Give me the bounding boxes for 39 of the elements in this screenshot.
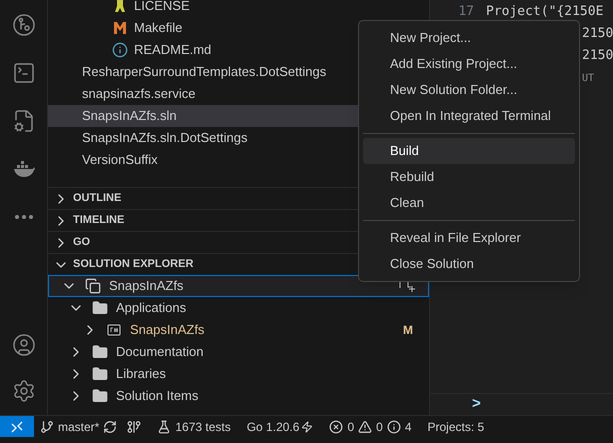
item-label: Documentation	[116, 343, 204, 362]
file-name: SnapsInAZfs.sln	[82, 107, 177, 126]
modified-letter: M	[403, 322, 413, 339]
section-title: SOLUTION EXPLORER	[73, 257, 194, 272]
section-title: TIMELINE	[73, 213, 124, 228]
code-fragment: 2150	[582, 47, 613, 66]
menu-item[interactable]: Add Existing Project...	[363, 51, 575, 77]
file-name: README.md	[134, 41, 212, 60]
file-name: LICENSE	[134, 0, 190, 16]
code-fragment: UT	[582, 72, 594, 86]
branch-button[interactable]: master*	[34, 418, 104, 436]
item-label: Solution Items	[116, 387, 198, 406]
tree-item[interactable]: Solution Items	[48, 385, 429, 407]
code-fragment: 2150	[582, 25, 613, 44]
section-title: OUTLINE	[73, 191, 122, 206]
item-label: SnapsInAZfs	[130, 321, 204, 340]
go-version-button[interactable]: Go 1.20.6	[246, 418, 314, 436]
tree-item[interactable]: Libraries	[48, 363, 429, 385]
file-item[interactable]: LICENSE	[48, 0, 429, 17]
problems-button[interactable]: 0 0 4	[329, 418, 412, 436]
projects-count[interactable]: Projects: 5	[428, 418, 484, 436]
item-label: Libraries	[116, 365, 166, 384]
tree-item[interactable]: Applications	[48, 297, 429, 319]
menu-item[interactable]: New Project...	[363, 25, 575, 51]
line-number: 17	[457, 3, 475, 22]
file-name: Makefile	[134, 19, 182, 38]
code-line: Project("{2150E	[486, 3, 604, 22]
menu-item[interactable]: Rebuild	[363, 164, 575, 190]
tests-button[interactable]: 1673 tests	[157, 418, 231, 436]
menu-item[interactable]: Build	[363, 138, 575, 164]
file-name: SnapsInAZfs.sln.DotSettings	[82, 129, 248, 148]
tree-item[interactable]: Documentation	[48, 341, 429, 363]
terminal-prompt: >	[472, 394, 481, 414]
tree-item[interactable]: SnapsInAZfs M	[48, 319, 429, 341]
menu-item[interactable]: New Solution Folder...	[363, 77, 575, 103]
item-label: Applications	[116, 299, 186, 318]
section-title: GO	[73, 235, 90, 250]
solution-name: SnapsInAZfs	[109, 277, 184, 296]
solution-root[interactable]: SnapsInAZfs	[48, 275, 429, 297]
